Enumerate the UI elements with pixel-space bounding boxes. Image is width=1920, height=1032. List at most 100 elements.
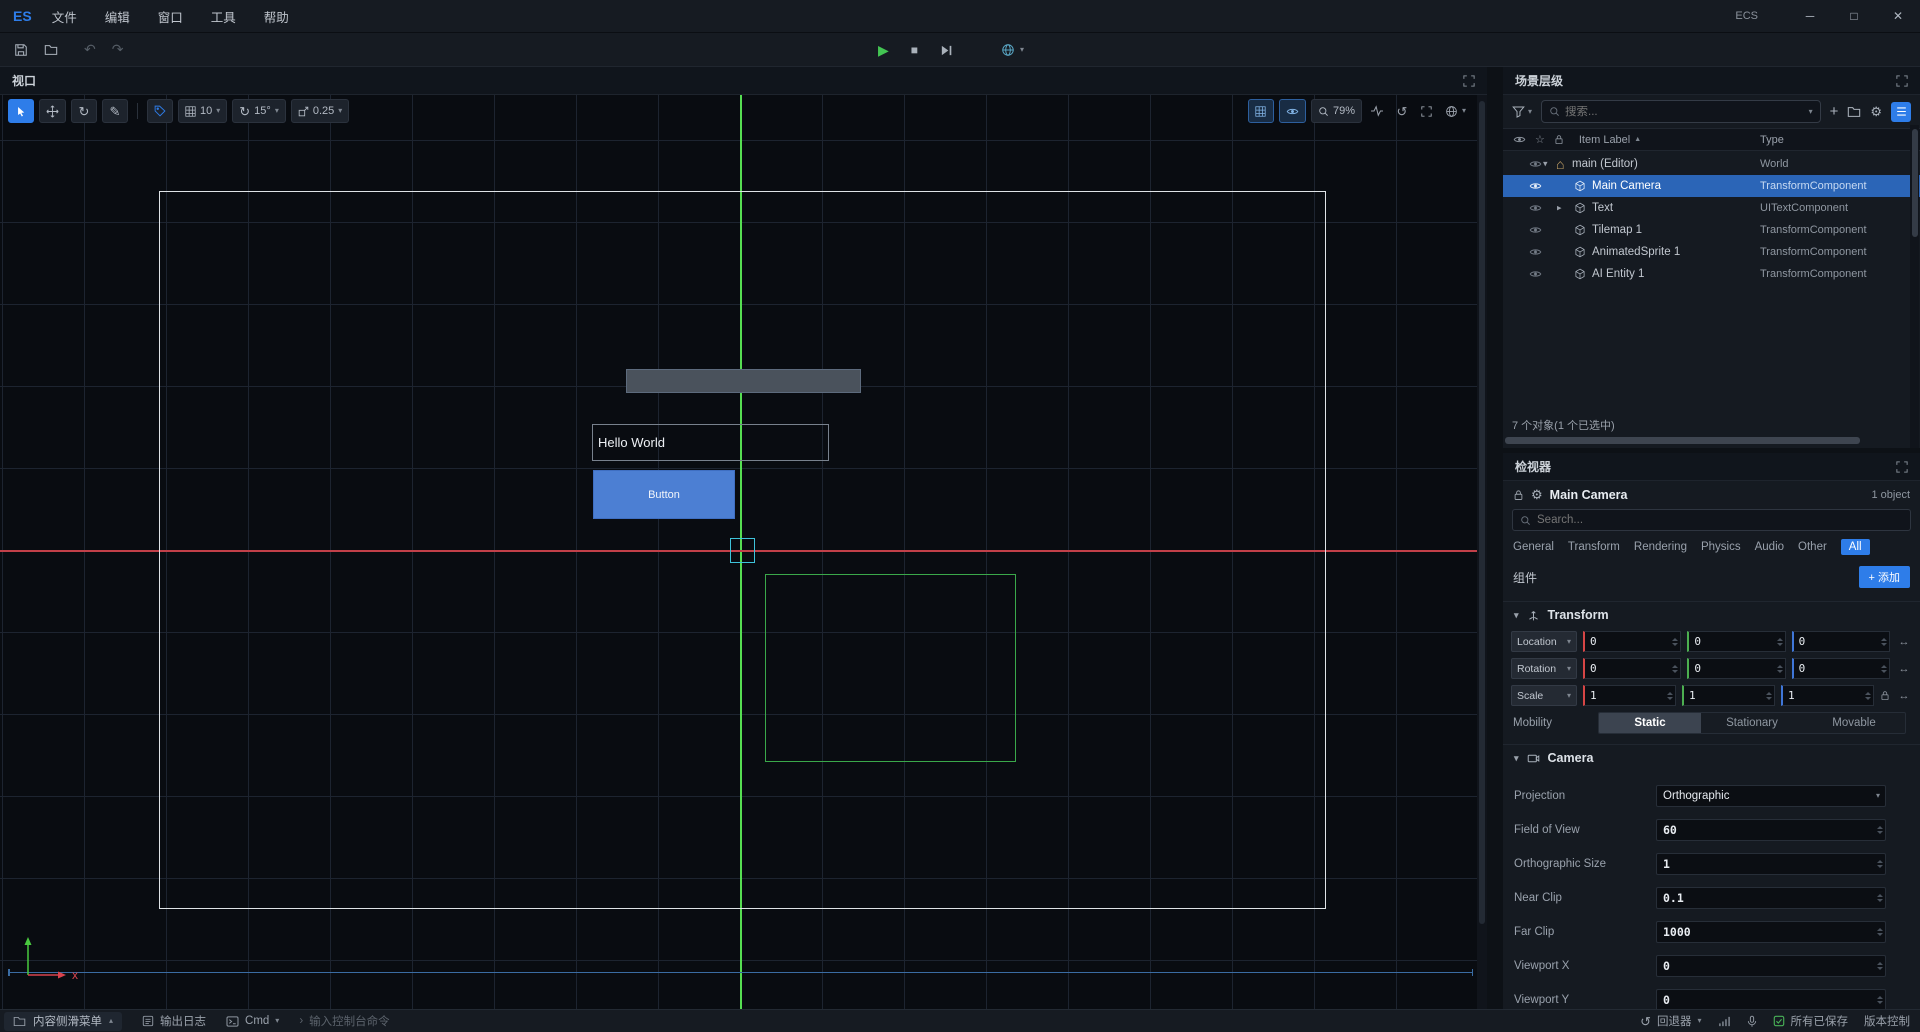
menu-edit[interactable]: 编辑 (105, 7, 130, 26)
visibility-eye-icon[interactable] (1529, 246, 1542, 259)
microphone-icon[interactable] (1747, 1015, 1757, 1028)
lock-icon[interactable] (1513, 489, 1524, 501)
minimize-button[interactable]: ─ (1788, 0, 1832, 33)
near-clip-field[interactable] (1656, 887, 1886, 909)
viewport-vertical-scrollbar[interactable] (1477, 95, 1487, 1009)
output-log-button[interactable]: 输出日志 (142, 1013, 206, 1029)
chevron-down-icon[interactable]: ▾ (1514, 610, 1519, 621)
chevron-right-icon[interactable]: ▸ (1557, 203, 1562, 214)
chevron-down-icon[interactable]: ▾ (1514, 753, 1519, 764)
all-saved-indicator[interactable]: 所有已保存 (1773, 1013, 1849, 1029)
inspector-search[interactable] (1512, 509, 1911, 531)
tree-row-text[interactable]: ▸ Text UITextComponent (1503, 197, 1920, 219)
fullscreen-icon[interactable] (1417, 99, 1437, 123)
scrollbar-thumb[interactable] (1912, 129, 1918, 237)
viewport-x-input[interactable] (1663, 959, 1879, 973)
cmd-dropdown[interactable]: Cmd ▾ (226, 1015, 279, 1027)
rollback-dropdown[interactable]: ↺ 回退器 ▾ (1640, 1013, 1701, 1029)
spinner[interactable] (1865, 692, 1871, 700)
rotate-snap-dropdown[interactable]: ↻ 15° ▾ (232, 99, 286, 123)
add-component-button[interactable]: + 添加 (1859, 566, 1910, 588)
scale-y-field[interactable] (1682, 685, 1775, 706)
mobility-static-option[interactable]: Static (1599, 713, 1701, 733)
tab-physics[interactable]: Physics (1701, 541, 1741, 553)
spinner[interactable] (1881, 665, 1887, 673)
spinner[interactable] (1672, 665, 1678, 673)
link-axes-icon[interactable]: ↔ (1896, 663, 1912, 675)
tab-rendering[interactable]: Rendering (1634, 541, 1687, 553)
fov-field[interactable] (1656, 819, 1886, 841)
tab-audio[interactable]: Audio (1755, 541, 1784, 553)
spinner[interactable] (1881, 638, 1887, 646)
favorite-column-star-icon[interactable]: ☆ (1535, 133, 1545, 146)
hierarchy-search-input[interactable] (1565, 106, 1804, 118)
location-y-input[interactable] (1689, 635, 1784, 648)
expand-panel-icon[interactable] (1896, 75, 1908, 87)
tree-row-tilemap[interactable]: Tilemap 1 TransformComponent (1503, 219, 1920, 241)
ortho-size-input[interactable] (1663, 857, 1879, 871)
far-clip-input[interactable] (1663, 925, 1879, 939)
stop-button[interactable]: ■ (911, 43, 918, 57)
link-axes-icon[interactable]: ↔ (1896, 636, 1912, 648)
rotation-y-field[interactable] (1687, 658, 1785, 679)
spinner[interactable] (1877, 996, 1883, 1004)
rotation-x-field[interactable] (1583, 658, 1681, 679)
location-y-field[interactable] (1687, 631, 1785, 652)
grid-toggle-button[interactable] (1248, 99, 1274, 123)
spinner[interactable] (1777, 665, 1783, 673)
tag-snap-button[interactable] (147, 99, 173, 123)
visibility-toggle-button[interactable] (1279, 99, 1306, 123)
ui-button-object[interactable]: Button (593, 470, 735, 519)
play-button[interactable]: ▶ (878, 42, 889, 59)
search-options-caret[interactable]: ▾ (1809, 108, 1813, 116)
menu-help[interactable]: 帮助 (264, 7, 289, 26)
save-icon[interactable] (14, 43, 28, 57)
tree-row-animatedsprite[interactable]: AnimatedSprite 1 TransformComponent (1503, 241, 1920, 263)
near-clip-input[interactable] (1663, 891, 1879, 905)
expand-panel-icon[interactable] (1896, 461, 1908, 473)
expand-panel-icon[interactable] (1463, 75, 1475, 87)
location-x-field[interactable] (1583, 631, 1681, 652)
tab-all[interactable]: All (1841, 539, 1870, 555)
viewport-y-input[interactable] (1663, 993, 1879, 1007)
spinner[interactable] (1672, 638, 1678, 646)
lock-column-icon[interactable] (1554, 134, 1564, 145)
far-clip-field[interactable] (1656, 921, 1886, 943)
type-column[interactable]: Type (1760, 134, 1784, 146)
maximize-button[interactable]: □ (1832, 0, 1876, 33)
projection-dropdown[interactable]: Orthographic ▾ (1656, 785, 1886, 807)
tab-general[interactable]: General (1513, 541, 1554, 553)
new-folder-button[interactable] (1847, 105, 1861, 119)
uniform-scale-lock-icon[interactable] (1880, 690, 1890, 701)
location-z-field[interactable] (1792, 631, 1890, 652)
spinner[interactable] (1877, 894, 1883, 902)
visibility-eye-icon[interactable] (1529, 158, 1542, 171)
version-control-button[interactable]: 版本控制 (1864, 1013, 1910, 1029)
spinner[interactable] (1877, 928, 1883, 936)
console-command-input[interactable]: › 输入控制台命令 (299, 1013, 389, 1029)
viewport-x-field[interactable] (1656, 955, 1886, 977)
rotation-dropdown[interactable]: Rotation ▾ (1511, 658, 1577, 679)
rotation-z-input[interactable] (1794, 662, 1889, 675)
viewport-world-dropdown[interactable]: ▾ (1442, 99, 1469, 123)
tab-transform[interactable]: Transform (1568, 541, 1620, 553)
menu-tools[interactable]: 工具 (211, 7, 236, 26)
scrollbar-thumb[interactable] (1505, 437, 1860, 444)
stats-activity-icon[interactable] (1367, 99, 1387, 123)
camera-frustum-rect[interactable] (765, 574, 1016, 762)
spinner[interactable] (1766, 692, 1772, 700)
location-dropdown[interactable]: Location ▾ (1511, 631, 1577, 652)
step-button[interactable] (940, 44, 953, 57)
spinner[interactable] (1777, 638, 1783, 646)
spinner[interactable] (1877, 860, 1883, 868)
undo-icon[interactable]: ↶ (84, 41, 96, 58)
open-folder-icon[interactable] (44, 43, 58, 57)
menu-file[interactable]: 文件 (52, 7, 77, 26)
scene-canvas[interactable]: Hello World Button x (0, 95, 1487, 1009)
scale-dropdown[interactable]: Scale ▾ (1511, 685, 1577, 706)
sprite-bar-object[interactable] (626, 369, 861, 393)
edit-tool-button[interactable]: ✎ (102, 99, 128, 123)
hierarchy-horizontal-scrollbar[interactable] (1505, 437, 1895, 444)
redo-icon[interactable]: ↷ (112, 41, 124, 58)
item-label-column[interactable]: Item Label ▲ (1579, 134, 1641, 146)
